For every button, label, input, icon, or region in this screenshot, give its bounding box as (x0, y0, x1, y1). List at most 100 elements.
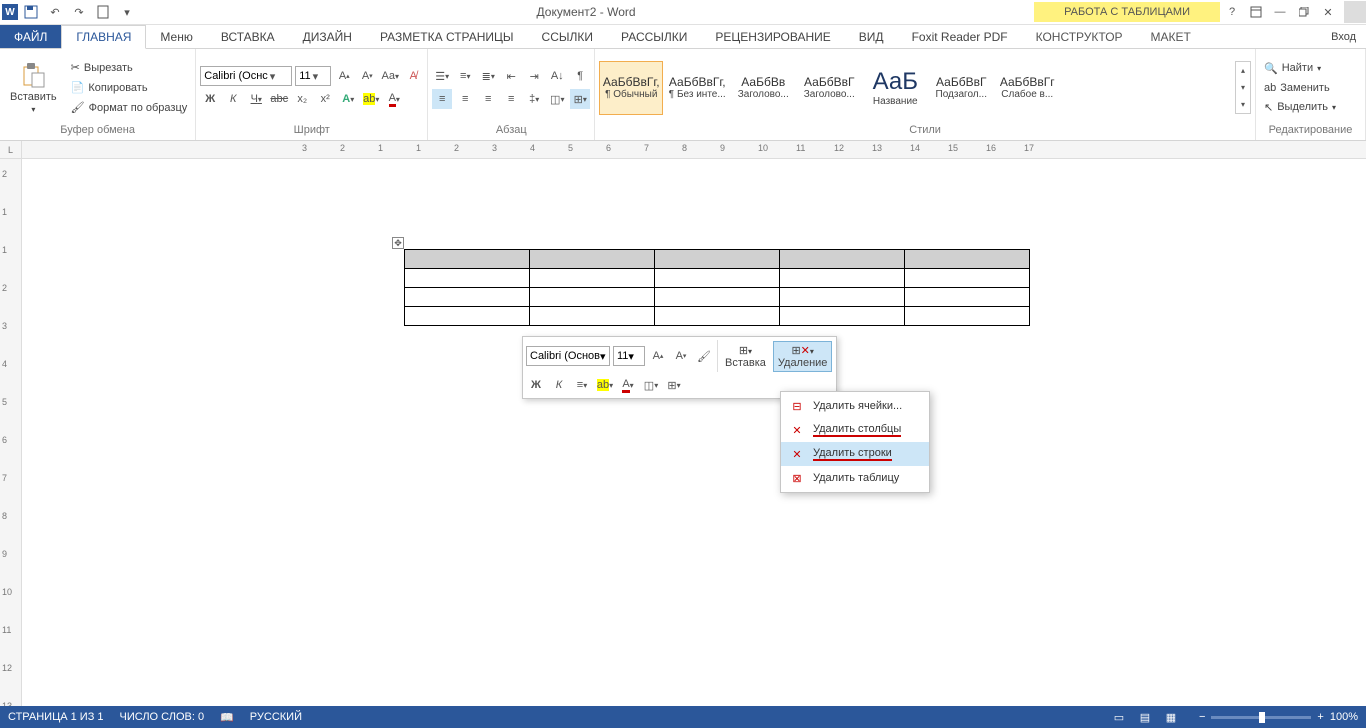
spell-check-icon[interactable]: 📖 (220, 711, 234, 724)
tab-constructor[interactable]: КОНСТРУКТОР (1022, 25, 1137, 48)
mini-shrink-font[interactable]: A▾ (671, 346, 691, 366)
new-doc-button[interactable] (92, 1, 114, 23)
tab-layout[interactable]: РАЗМЕТКА СТРАНИЦЫ (366, 25, 528, 48)
styles-more-button[interactable]: ▾ (1236, 96, 1250, 113)
italic-button[interactable]: К (223, 89, 243, 109)
table-row[interactable] (405, 250, 1030, 269)
vertical-ruler[interactable]: 211234567891011121314 (0, 159, 22, 706)
tab-home[interactable]: ГЛАВНАЯ (61, 25, 146, 49)
font-color-button[interactable]: A▾ (384, 89, 404, 109)
table-row[interactable] (405, 288, 1030, 307)
mini-highlight[interactable]: ab▾ (595, 375, 615, 395)
show-marks-button[interactable]: ¶ (570, 66, 590, 86)
align-right-button[interactable]: ≡ (478, 89, 498, 109)
mini-shading[interactable]: ◫▾ (641, 375, 661, 395)
find-button[interactable]: 🔍Найти▾ (1260, 60, 1340, 77)
styles-gallery[interactable]: АаБбВвГг,¶ ОбычныйАаБбВвГг,¶ Без инте...… (599, 61, 1231, 115)
tab-view[interactable]: ВИД (845, 25, 898, 48)
font-size-select[interactable]: 11▾ (295, 66, 331, 86)
print-layout-button[interactable]: ▤ (1133, 708, 1157, 726)
select-button[interactable]: ↖Выделить▾ (1260, 99, 1340, 116)
horizontal-ruler[interactable]: 3211234567891011121314151617 (22, 141, 1366, 159)
strike-button[interactable]: abc (269, 89, 289, 109)
styles-down-button[interactable]: ▾ (1236, 79, 1250, 96)
format-painter-button[interactable]: 🖌Формат по образцу (67, 99, 192, 116)
save-button[interactable] (20, 1, 42, 23)
line-spacing-button[interactable]: ‡▾ (524, 89, 544, 109)
tab-table-layout[interactable]: МАКЕТ (1137, 25, 1205, 48)
mini-align[interactable]: ≡▾ (572, 375, 592, 395)
undo-button[interactable]: ↶ (44, 1, 66, 23)
page-status[interactable]: СТРАНИЦА 1 ИЗ 1 (8, 711, 104, 723)
mini-font-select[interactable]: Calibri (Основ▾ (526, 346, 610, 366)
decrease-indent-button[interactable]: ⇤ (501, 66, 521, 86)
tab-insert[interactable]: ВСТАВКА (207, 25, 289, 48)
read-mode-button[interactable]: ▭ (1107, 708, 1131, 726)
shading-button[interactable]: ◫▾ (547, 89, 567, 109)
borders-button[interactable]: ⊞▾ (570, 89, 590, 109)
style-item[interactable]: АаБНазвание (863, 61, 927, 115)
user-avatar[interactable] (1344, 1, 1366, 23)
increase-indent-button[interactable]: ⇥ (524, 66, 544, 86)
mini-insert-button[interactable]: ⊞▾Вставка (721, 342, 770, 371)
style-item[interactable]: АаБбВвЗаголово... (731, 61, 795, 115)
grow-font-button[interactable]: A▴ (334, 66, 354, 86)
ribbon-options-button[interactable] (1244, 1, 1268, 23)
paste-button[interactable]: Вставить ▾ (4, 59, 63, 116)
tab-menu[interactable]: Меню (146, 25, 206, 48)
sort-button[interactable]: A↓ (547, 66, 567, 86)
shrink-font-button[interactable]: A▾ (357, 66, 377, 86)
justify-button[interactable]: ≡ (501, 89, 521, 109)
style-item[interactable]: АаБбВвГПодзагол... (929, 61, 993, 115)
underline-button[interactable]: Ч▾ (246, 89, 266, 109)
web-layout-button[interactable]: ▦ (1159, 708, 1183, 726)
zoom-in-button[interactable]: + (1317, 711, 1323, 723)
document-table[interactable] (404, 249, 1030, 326)
page-scroll[interactable]: ✥ (22, 159, 1366, 706)
word-count[interactable]: ЧИСЛО СЛОВ: 0 (120, 711, 205, 723)
delete-table-item[interactable]: ⊠Удалить таблицу (781, 466, 929, 490)
tab-references[interactable]: ССЫЛКИ (528, 25, 607, 48)
style-item[interactable]: АаБбВвГг,¶ Без инте... (665, 61, 729, 115)
qat-customize-button[interactable]: ▾ (116, 1, 138, 23)
mini-borders[interactable]: ⊞▾ (664, 375, 684, 395)
change-case-button[interactable]: Aa▾ (380, 66, 400, 86)
signin-link[interactable]: Вход (1321, 25, 1366, 48)
mini-size-select[interactable]: 11▾ (613, 346, 645, 366)
mini-italic[interactable]: К (549, 375, 569, 395)
style-item[interactable]: АаБбВвГг,¶ Обычный (599, 61, 663, 115)
clear-format-button[interactable]: A̸ (403, 66, 423, 86)
mini-delete-button[interactable]: ⊞✕▾Удаление (773, 341, 833, 372)
subscript-button[interactable]: x₂ (292, 89, 312, 109)
zoom-slider[interactable] (1211, 716, 1311, 719)
tab-design[interactable]: ДИЗАЙН (289, 25, 366, 48)
redo-button[interactable]: ↷ (68, 1, 90, 23)
delete-rows-item[interactable]: ✕Удалить строки (781, 442, 929, 466)
delete-columns-item[interactable]: ✕Удалить столбцы (781, 418, 929, 442)
mini-grow-font[interactable]: A▴ (648, 346, 668, 366)
mini-bold[interactable]: Ж (526, 375, 546, 395)
bold-button[interactable]: Ж (200, 89, 220, 109)
close-button[interactable]: ✕ (1316, 1, 1340, 23)
tab-foxit[interactable]: Foxit Reader PDF (898, 25, 1022, 48)
mini-format-painter[interactable]: 🖌 (694, 346, 714, 366)
font-name-select[interactable]: Calibri (Оснс▾ (200, 66, 292, 86)
table-row[interactable] (405, 269, 1030, 288)
text-effects-button[interactable]: A▾ (338, 89, 358, 109)
table-move-handle[interactable]: ✥ (392, 237, 404, 249)
styles-up-button[interactable]: ▴ (1236, 62, 1250, 79)
replace-button[interactable]: abЗаменить (1260, 80, 1340, 96)
numbering-button[interactable]: ≡▾ (455, 66, 475, 86)
multilevel-button[interactable]: ≣▾ (478, 66, 498, 86)
table-row[interactable] (405, 307, 1030, 326)
tab-mailings[interactable]: РАССЫЛКИ (607, 25, 701, 48)
style-item[interactable]: АаБбВвГгСлабое в... (995, 61, 1059, 115)
cut-button[interactable]: ✂Вырезать (67, 59, 192, 76)
zoom-level[interactable]: 100% (1330, 711, 1358, 723)
tab-file[interactable]: ФАЙЛ (0, 25, 61, 48)
align-center-button[interactable]: ≡ (455, 89, 475, 109)
delete-cells-item[interactable]: ⊟Удалить ячейки... (781, 394, 929, 418)
help-button[interactable]: ? (1220, 1, 1244, 23)
bullets-button[interactable]: ☰▾ (432, 66, 452, 86)
minimize-button[interactable]: — (1268, 1, 1292, 23)
